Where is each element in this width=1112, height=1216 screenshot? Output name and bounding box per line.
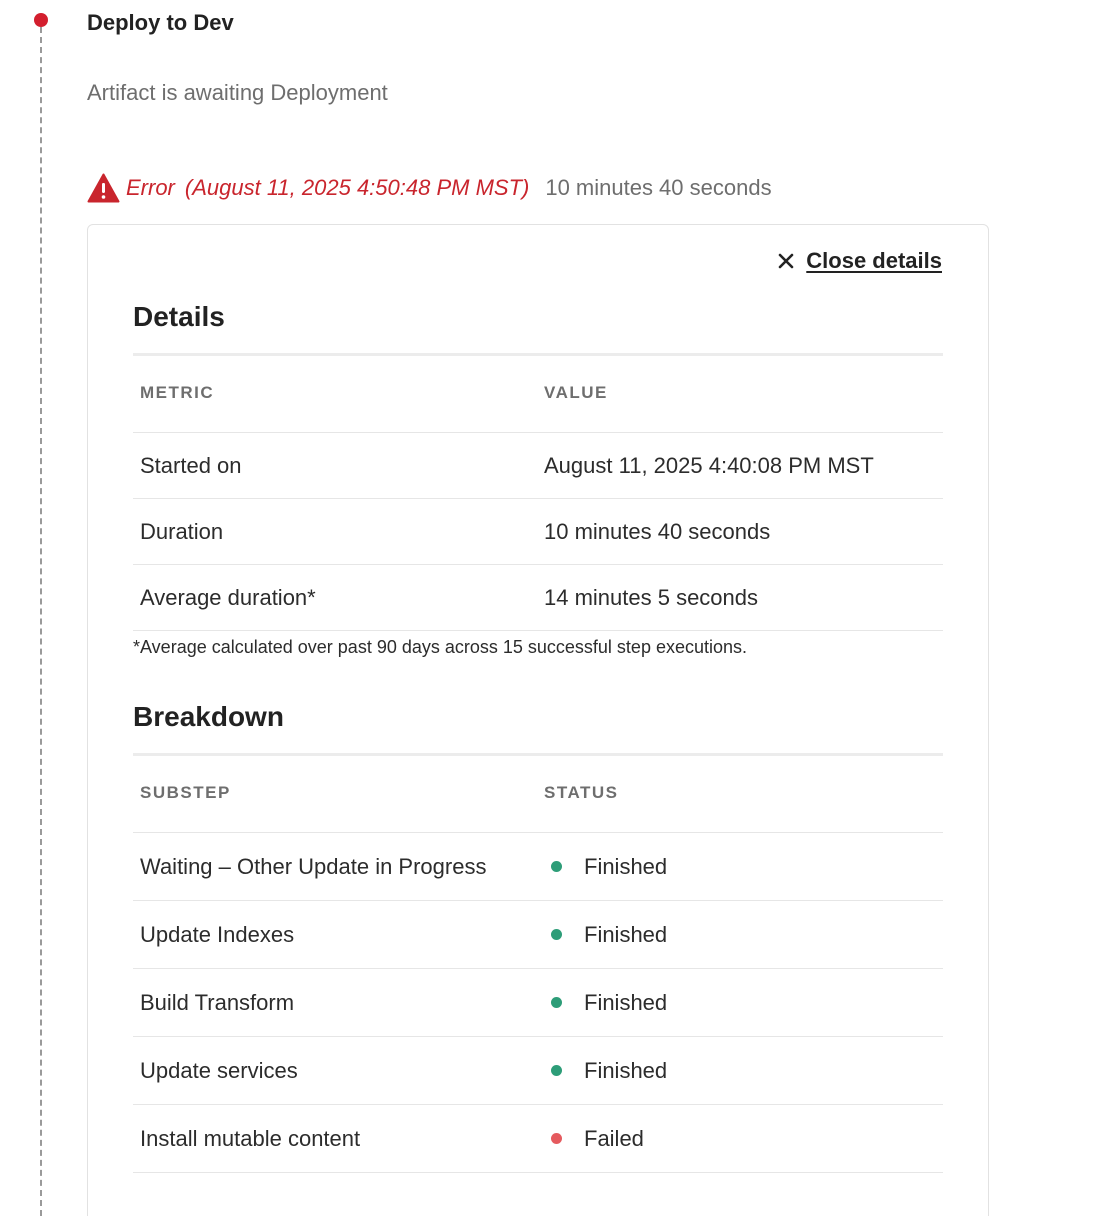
- table-row: Waiting – Other Update in Progress Finis…: [133, 833, 943, 901]
- column-header-substep: SUBSTEP: [140, 782, 231, 802]
- breakdown-heading: Breakdown: [133, 701, 284, 732]
- warning-triangle-icon: [87, 173, 120, 203]
- table-row: Update Indexes Finished: [133, 901, 943, 969]
- column-header-status: STATUS: [544, 782, 619, 802]
- details-heading: Details: [133, 301, 225, 332]
- timeline-connector: [40, 27, 42, 1216]
- substep-status: Finished: [538, 922, 943, 948]
- average-footnote: *Average calculated over past 90 days ac…: [133, 637, 748, 657]
- status-label: Finished: [584, 921, 668, 947]
- status-label: Finished: [584, 853, 668, 879]
- breakdown-table: SUBSTEP STATUS Waiting – Other Update in…: [133, 753, 943, 1173]
- substep-status: Finished: [538, 990, 943, 1016]
- step-subtitle: Artifact is awaiting Deployment: [87, 80, 388, 105]
- table-row: Update services Finished: [133, 1037, 943, 1105]
- status-label: Failed: [584, 1125, 644, 1151]
- table-row: Install mutable content Failed: [133, 1105, 943, 1173]
- status-dot-icon: [551, 1133, 562, 1144]
- column-header-value: VALUE: [544, 382, 608, 402]
- substep-name: Build Transform: [140, 989, 295, 1015]
- metric-name: Duration: [140, 518, 224, 544]
- pipeline-step-view: Deploy to Dev Artifact is awaiting Deplo…: [0, 0, 1112, 1216]
- substep-name: Update Indexes: [140, 921, 295, 947]
- substep-name: Install mutable content: [140, 1125, 361, 1151]
- step-title: Deploy to Dev: [87, 10, 234, 35]
- status-dot-icon: [551, 997, 562, 1008]
- metrics-table-header: METRIC VALUE: [133, 353, 943, 433]
- breakdown-table-header: SUBSTEP STATUS: [133, 753, 943, 833]
- details-card: Close details Details METRIC VALUE Start…: [87, 224, 989, 1216]
- status-dot-icon: [551, 861, 562, 872]
- substep-name: Update services: [140, 1057, 298, 1083]
- close-details-label: Close details: [806, 248, 942, 273]
- metric-name: Average duration*: [140, 584, 316, 610]
- table-row: Build Transform Finished: [133, 969, 943, 1037]
- substep-status: Finished: [538, 854, 943, 880]
- error-duration: 10 minutes 40 seconds: [545, 175, 772, 200]
- substep-status: Failed: [538, 1126, 943, 1152]
- timeline-status-dot: [34, 13, 48, 27]
- metric-value: August 11, 2025 4:40:08 PM MST: [544, 452, 874, 478]
- table-row: Started on August 11, 2025 4:40:08 PM MS…: [133, 433, 943, 499]
- close-details-button[interactable]: Close details: [778, 248, 942, 274]
- error-timestamp: (August 11, 2025 4:50:48 PM MST): [184, 175, 530, 200]
- substep-status: Finished: [538, 1058, 943, 1084]
- metric-value: 14 minutes 5 seconds: [544, 584, 759, 610]
- status-dot-icon: [551, 929, 562, 940]
- metric-name: Started on: [140, 452, 242, 478]
- error-summary: Error (August 11, 2025 4:50:48 PM MST) 1…: [87, 172, 772, 204]
- metrics-table: METRIC VALUE Started on August 11, 2025 …: [133, 353, 943, 631]
- table-row: Average duration* 14 minutes 5 seconds: [133, 565, 943, 631]
- substep-name: Waiting – Other Update in Progress: [140, 853, 487, 879]
- close-icon: [778, 253, 794, 269]
- status-label: Finished: [584, 989, 668, 1015]
- table-row: Duration 10 minutes 40 seconds: [133, 499, 943, 565]
- status-dot-icon: [551, 1065, 562, 1076]
- error-label: Error: [126, 175, 175, 200]
- column-header-metric: METRIC: [140, 382, 215, 402]
- status-label: Finished: [584, 1057, 668, 1083]
- metric-value: 10 minutes 40 seconds: [544, 518, 771, 544]
